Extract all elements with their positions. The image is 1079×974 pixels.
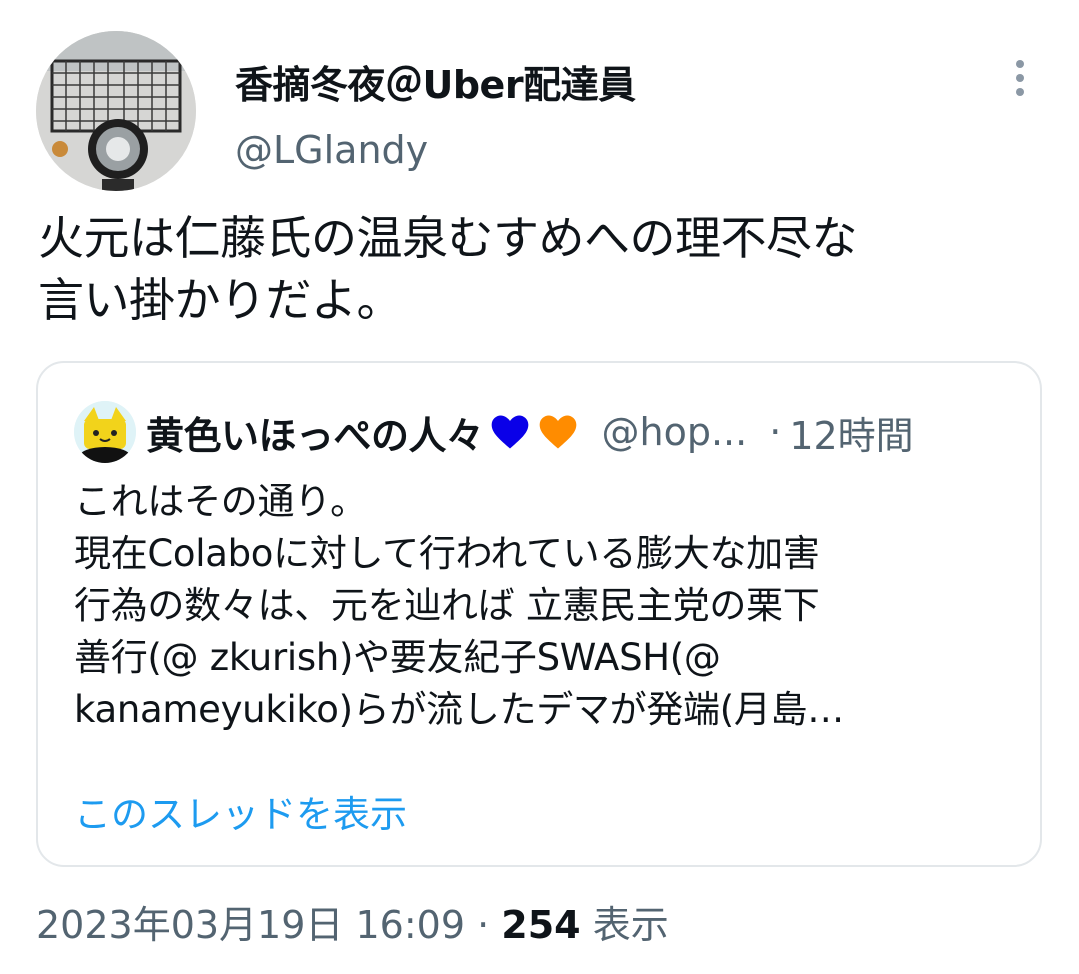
quoted-time[interactable]: 12時間 bbox=[789, 405, 913, 460]
blue-heart-icon bbox=[491, 415, 528, 449]
quoted-body-line: 行為の数々は、元を辿れば 立憲民主党の栗下 bbox=[74, 584, 820, 627]
quoted-body-line: kanameyukiko)らが流したデマが発端(月島… bbox=[74, 688, 844, 731]
tweet-text-line: 火元は仁藤氏の温泉むすめへの理不尽な bbox=[38, 211, 858, 265]
quoted-author-avatar[interactable] bbox=[74, 401, 136, 463]
author-avatar[interactable] bbox=[36, 31, 196, 191]
views-count: 254 bbox=[501, 903, 581, 947]
quoted-handle[interactable]: @hop... bbox=[602, 410, 748, 454]
yellow-character-avatar-icon bbox=[74, 401, 136, 463]
meta-separator: · bbox=[477, 903, 490, 947]
quoted-tweet-card[interactable]: 黄色いほっぺの人々 @hop... · 12時間 これはその通り。 現在Cola… bbox=[36, 361, 1042, 867]
quoted-header: 黄色いほっぺの人々 @hop... · 12時間 bbox=[146, 401, 914, 463]
more-vertical-icon bbox=[1016, 60, 1024, 68]
more-vertical-icon bbox=[1016, 74, 1024, 82]
views-label: 表示 bbox=[592, 903, 669, 947]
author-handle[interactable]: @LGlandy bbox=[235, 128, 428, 172]
tweet-meta: 2023年03月19日 16:09 · 254 表示 bbox=[36, 894, 669, 949]
tweet-text-line: 言い掛かりだよ。 bbox=[38, 273, 403, 327]
author-display-name[interactable]: 香摘冬夜＠Uber配達員 bbox=[235, 54, 636, 109]
quoted-display-name[interactable]: 黄色いほっぺの人々 bbox=[146, 405, 484, 460]
quoted-separator: · bbox=[769, 410, 782, 454]
quoted-body-line: 現在Colaboに対して行われている膨大な加害 bbox=[74, 532, 820, 575]
orange-heart-icon bbox=[539, 415, 576, 449]
scooter-photo-icon bbox=[36, 31, 196, 191]
more-options-button[interactable] bbox=[1000, 58, 1040, 98]
quoted-body-line: 善行(@ zkurish)や要友紀子SWASH(@ bbox=[74, 636, 721, 679]
more-vertical-icon bbox=[1016, 88, 1024, 96]
timestamp[interactable]: 2023年03月19日 16:09 bbox=[36, 903, 465, 947]
tweet-text: 火元は仁藤氏の温泉むすめへの理不尽な 言い掛かりだよ。 bbox=[38, 207, 1048, 331]
quoted-body-line: これはその通り。 bbox=[74, 480, 367, 523]
show-thread-link[interactable]: このスレッドを表示 bbox=[74, 784, 407, 838]
quoted-body: これはその通り。 現在Colaboに対して行われている膨大な加害 行為の数々は、… bbox=[74, 476, 1014, 736]
